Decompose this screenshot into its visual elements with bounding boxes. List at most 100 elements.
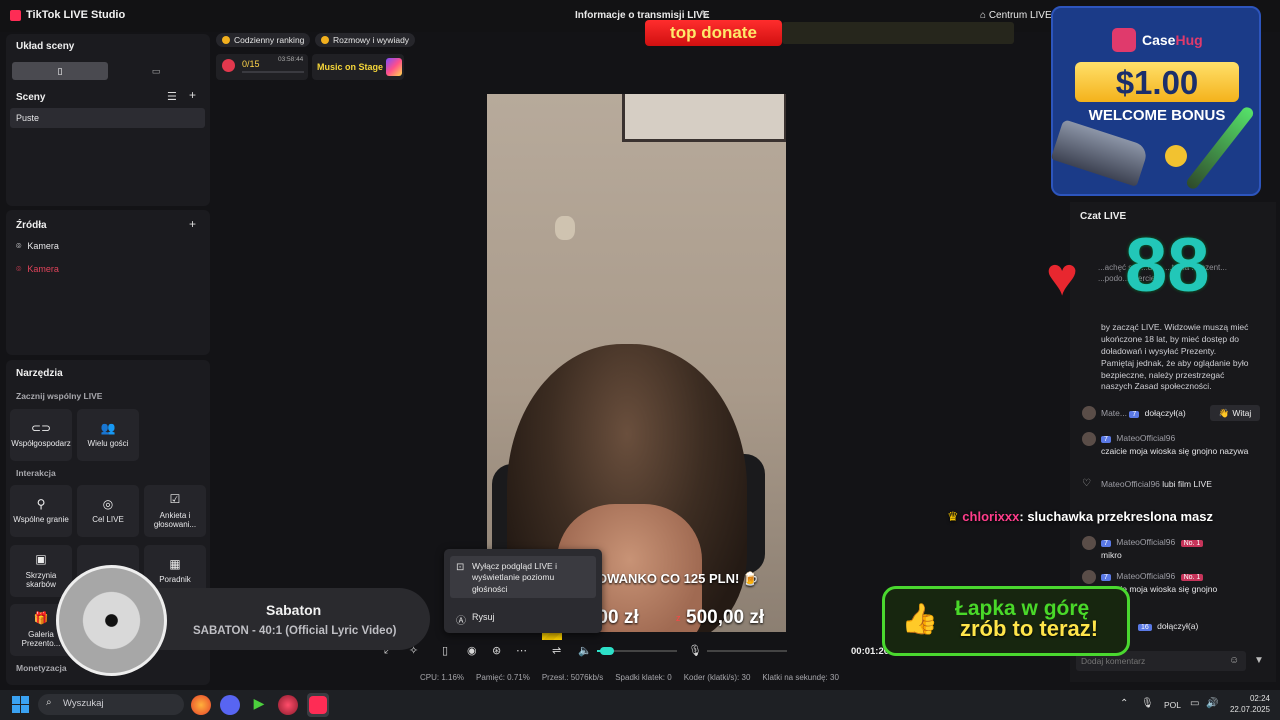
wave-icon: 👋 — [1218, 407, 1230, 418]
like-text: lubi film LIVE — [1162, 479, 1212, 489]
chat-username[interactable]: Mate... — [1101, 408, 1127, 418]
talk-icon — [321, 36, 329, 44]
tiktok-studio-icon[interactable] — [309, 696, 327, 714]
source-item-camera[interactable]: ⌾ Kamera — [10, 236, 205, 256]
help-center-link[interactable]: ⌂ Centrum LIVE — [980, 10, 1052, 21]
cohost-button[interactable]: ⊂⊃ Współgospodarz — [10, 409, 72, 461]
source-item-camera-2[interactable]: ⌾ Kamera — [10, 259, 205, 279]
chat-username[interactable]: MateoOfficial96 — [1101, 479, 1160, 489]
more-icon[interactable]: ⋯ — [516, 644, 527, 657]
chat-username[interactable]: MateoOfficial96 — [1116, 433, 1175, 443]
gift-counter-progress — [242, 71, 304, 73]
music-artist: Sabaton — [266, 602, 322, 618]
mixer-icon[interactable]: ⇌ — [552, 644, 561, 657]
music-track-title: SABATON - 40:1 (Official Lyric Video) — [193, 625, 397, 637]
level-badge: 16 — [1138, 624, 1152, 631]
layout-portrait-toggle[interactable]: ▯ — [12, 62, 108, 80]
stats-bar: CPU: 1.16% Pamięć: 0.71% Przesł.: 5076kb… — [420, 673, 839, 682]
poll-button[interactable]: ☑ Ankieta i głosowani... — [144, 485, 206, 537]
like-counter: 88 — [1125, 223, 1210, 308]
tiktok-logo-icon — [10, 9, 21, 21]
screenshot-icon[interactable]: ⊛ — [492, 644, 501, 657]
phone-preview-icon[interactable]: ▯ — [442, 644, 448, 657]
windows-start-icon[interactable] — [12, 696, 29, 713]
talk-interview-chip[interactable]: Rozmowy i wywiady — [315, 33, 416, 47]
camera-icon: ⌾ — [16, 240, 22, 251]
emoji-icon[interactable]: ☺ — [1229, 655, 1239, 666]
microphone-volume-slider[interactable] — [707, 650, 787, 652]
wall-fixture — [555, 216, 575, 240]
gift-counter-time: 03:58:44 — [278, 56, 304, 63]
add-source-button[interactable]: + — [189, 217, 196, 231]
firefox-icon[interactable] — [191, 695, 211, 715]
chest-icon: ▣ — [35, 552, 47, 567]
cpu-stat: CPU: 1.16% — [420, 673, 465, 682]
bitrate-stat: Przesł.: 5076kb/s — [541, 673, 604, 682]
daily-ranking-label: Codzienny ranking — [234, 35, 305, 45]
join-text: dołączył(a) — [1144, 408, 1186, 418]
avatar[interactable] — [1082, 432, 1096, 446]
app-icon[interactable] — [278, 695, 298, 715]
daily-ranking-chip[interactable]: Codzienny ranking — [216, 33, 311, 47]
layout-landscape-toggle[interactable]: ▭ — [108, 62, 204, 80]
treasure-chest-button[interactable]: ▣ Skrzynia skarbów — [10, 545, 72, 597]
dropped-frames-stat: Spadki klatek: 0 — [615, 673, 672, 682]
level-badge: 7 — [1129, 411, 1140, 418]
gift-icon: 🎁 — [33, 611, 49, 626]
avatar[interactable] — [1082, 406, 1096, 420]
add-scene-button[interactable]: + — [189, 88, 196, 102]
level-badge: 7 — [1101, 574, 1111, 581]
volume-icon[interactable]: 🔊 — [1206, 698, 1218, 709]
chat-like-message: MateoOfficial96 lubi film LIVE — [1101, 479, 1212, 489]
thumbs-up-icon: 👍 — [901, 603, 939, 636]
scene-item[interactable]: Puste — [10, 108, 205, 128]
goal-target: 500,00 zł — [686, 607, 765, 628]
chevron-up-icon[interactable]: ⌃ — [1120, 698, 1128, 709]
multi-guest-button[interactable]: 👥 Wielu gości — [77, 409, 139, 461]
tools-title: Narzędzia — [16, 368, 63, 379]
speaker-icon[interactable]: 🔈 — [578, 644, 592, 657]
record-icon[interactable]: ◉ — [467, 644, 477, 657]
book-icon: ▦ — [169, 557, 181, 571]
scene-layout-title: Układ sceny — [16, 41, 75, 52]
avatar[interactable] — [1082, 570, 1096, 584]
ad-brand: CaseHug — [1142, 32, 1203, 48]
network-icon[interactable]: ▭ — [1190, 698, 1199, 709]
discord-icon[interactable] — [220, 695, 240, 715]
landscape-icon: ▭ — [151, 65, 161, 76]
language-indicator[interactable]: POL — [1164, 700, 1181, 710]
chat-message-text: mikro — [1101, 550, 1122, 560]
live-goal-button[interactable]: ◎ Cel LIVE — [77, 485, 139, 537]
menu-item-draw[interactable]: Rysuj — [472, 612, 495, 622]
speaker-volume-handle[interactable] — [600, 647, 614, 655]
chat-message-header: 7 MateoOfficial96 — [1101, 433, 1175, 443]
monetization-title: Monetyzacja — [16, 663, 67, 673]
chat-username[interactable]: MateoOfficial96 — [1116, 537, 1175, 547]
sources-title: Źródła — [16, 220, 47, 231]
clock-date: 22.07.2025 — [1229, 704, 1270, 714]
microphone-icon[interactable]: 🎙 — [688, 644, 702, 657]
menu-item-disable-preview-label: Wyłącz podgląd LIVE i wyświetlanie pozio… — [472, 561, 557, 594]
users-icon: 👥 — [100, 421, 116, 435]
welcome-button[interactable]: 👋 Witaj — [1210, 405, 1260, 421]
joystick-icon: ⚲ — [36, 497, 46, 511]
chat-join-message: Mate... 7 dołączył(a) — [1101, 408, 1186, 418]
microphone-tray-icon[interactable]: 🎙 — [1141, 698, 1154, 709]
chat-username[interactable]: MateoOfficial96 — [1116, 571, 1175, 581]
taskbar-search[interactable]: Wyszukaj — [38, 694, 184, 715]
co-play-label: Wspólne granie — [13, 515, 69, 525]
scene-panel: Układ sceny ▯ ▭ Sceny ☰ + Puste — [6, 34, 210, 206]
preview-icon: ⊡ — [456, 562, 465, 573]
list-icon[interactable]: ☰ — [167, 90, 177, 103]
ad-amount: $1.00 — [1115, 64, 1199, 101]
draw-icon[interactable]: Ⓐ — [456, 612, 466, 627]
avatar[interactable] — [1082, 536, 1096, 550]
highlighted-comment: ♛ chlorixxx: sluchawka przekreslona masz — [947, 509, 1213, 525]
clock[interactable]: 02:24 22.07.2025 — [1224, 694, 1270, 716]
media-player-icon[interactable]: ▶ — [249, 695, 269, 715]
fps-stat: Klatki na sekundę: 30 — [762, 673, 839, 682]
co-play-button[interactable]: ⚲ Wspólne granie — [10, 485, 72, 537]
heart-icon: ♡ — [1082, 478, 1091, 489]
rank-badge: No. 1 — [1180, 540, 1204, 547]
filter-icon[interactable]: ▼ — [1254, 655, 1264, 666]
